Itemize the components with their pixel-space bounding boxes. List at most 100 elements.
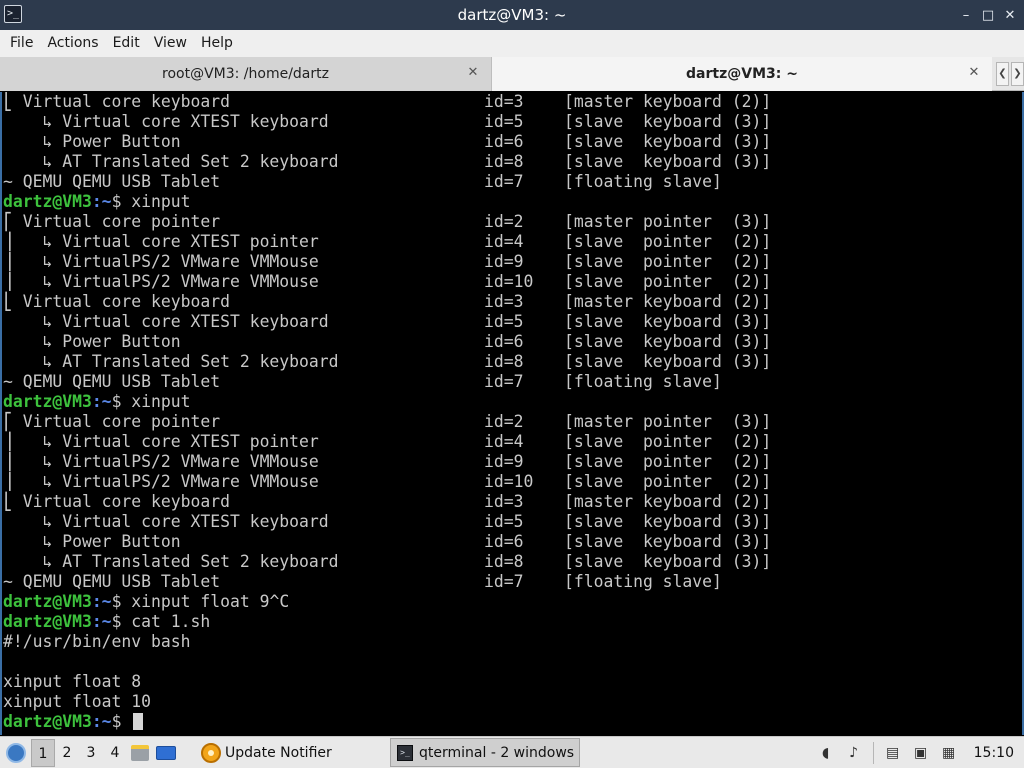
desktop-3-button[interactable]: 3	[79, 739, 103, 767]
desktop-2-button[interactable]: 2	[55, 739, 79, 767]
terminal-app-icon[interactable]: >_	[4, 5, 22, 23]
desktop-1-button[interactable]: 1	[31, 738, 55, 767]
device-role: [slave keyboard (3)]	[564, 312, 772, 331]
prompt-user: dartz@VM3	[3, 592, 92, 611]
device-role: [slave keyboard (3)]	[564, 532, 772, 551]
terminal-line: dartz@VM3:~$	[2, 712, 1022, 732]
device-name: ⎥ ↳ VirtualPS/2 VMware VMMouse	[3, 472, 319, 491]
device-name: ⎣ Virtual core keyboard	[3, 92, 230, 111]
terminal-line: ⎥ ↳ Virtual core XTEST pointer id=4 [slave…	[2, 432, 1022, 452]
terminal-line: ⎥ ↳ VirtualPS/2 VMware VMMouse id=10 [slav…	[2, 272, 1022, 292]
prompt-command: $ xinput float 9^C	[111, 592, 290, 611]
device-role: [slave pointer (2)]	[564, 472, 772, 491]
device-role: [master keyboard (2)]	[564, 92, 772, 111]
terminal-line: ↳ Virtual core XTEST keyboard id=5 [slave …	[2, 312, 1022, 332]
device-role: [master pointer (3)]	[564, 412, 772, 431]
device-id: id=2	[484, 212, 524, 231]
terminal-icon: >_	[397, 744, 413, 761]
text-cursor	[133, 713, 144, 730]
device-name: ⎥ ↳ VirtualPS/2 VMware VMMouse	[3, 272, 319, 291]
display-icon[interactable]: ▦	[940, 744, 958, 762]
terminal-line: ⎥ ↳ VirtualPS/2 VMware VMMouse id=9 [slave…	[2, 452, 1022, 472]
device-id: id=4	[484, 232, 524, 251]
maximize-icon[interactable]: □	[978, 6, 998, 24]
chevron-right-icon[interactable]: ❯	[1011, 61, 1024, 86]
prompt-line: dartz@VM3:~$ xinput	[3, 392, 191, 412]
menu-help[interactable]: Help	[194, 30, 240, 57]
update-icon	[201, 742, 221, 763]
update-notifier-task[interactable]: Update Notifier	[195, 738, 338, 768]
start-menu-button[interactable]	[1, 738, 31, 768]
tab-dartz-home[interactable]: dartz@VM3: ~ ✕	[492, 57, 992, 91]
device-name: ↳ Virtual core XTEST keyboard	[3, 512, 329, 531]
output-text: #!/usr/bin/env bash	[3, 632, 191, 651]
tab-close-icon[interactable]: ✕	[966, 65, 982, 81]
device-id: id=7	[484, 172, 524, 191]
prompt-line: dartz@VM3:~$	[3, 712, 144, 732]
device-name: ⎡ Virtual core pointer	[3, 412, 221, 431]
device-role: [slave keyboard (3)]	[564, 132, 772, 151]
volume-icon[interactable]: ♪	[845, 744, 863, 762]
tab-scroll-buttons: ❮ ❯	[992, 57, 1024, 90]
device-id: id=10	[484, 272, 534, 291]
close-icon[interactable]: ✕	[1000, 6, 1020, 24]
tab-close-icon[interactable]: ✕	[465, 65, 481, 81]
device-role: [slave pointer (2)]	[564, 252, 772, 271]
prompt-command: $	[111, 712, 132, 731]
window-titlebar[interactable]: >_ dartz@VM3: ~ – □ ✕	[0, 0, 1024, 30]
prompt-line: dartz@VM3:~$ cat 1.sh	[3, 612, 210, 632]
device-id: id=5	[484, 112, 524, 131]
terminal-line: dartz@VM3:~$ xinput	[2, 192, 1022, 212]
prompt-line: dartz@VM3:~$ xinput float 9^C	[3, 592, 289, 612]
clipboard-icon[interactable]: ▤	[884, 744, 902, 762]
lubuntu-logo-icon	[6, 742, 26, 763]
terminal-output[interactable]: ⎣ Virtual core keyboard id=3 [master keybo…	[0, 92, 1024, 735]
terminal-line: ~ QEMU QEMU USB Tablet id=7 [floating slav…	[2, 172, 1022, 192]
tab-root-home-dartz[interactable]: root@VM3: /home/dartz ✕	[0, 57, 492, 91]
menu-bar: File Actions Edit View Help	[0, 30, 1024, 57]
device-id: id=6	[484, 132, 524, 151]
device-name: ↳ Virtual core XTEST keyboard	[3, 312, 329, 331]
tab-label: dartz@VM3: ~	[686, 66, 798, 82]
terminal-line: ⎣ Virtual core keyboard id=3 [master keybo…	[2, 492, 1022, 512]
network-icon[interactable]: ▣	[912, 744, 930, 762]
device-role: [slave pointer (2)]	[564, 432, 772, 451]
prompt-user: dartz@VM3	[3, 192, 92, 211]
menu-actions[interactable]: Actions	[40, 30, 105, 57]
device-id: id=10	[484, 472, 534, 491]
device-name: ~ QEMU QEMU USB Tablet	[3, 172, 221, 191]
file-manager-icon[interactable]	[129, 742, 151, 764]
shield-icon[interactable]: ◖	[817, 744, 835, 762]
device-name: ↳ Power Button	[3, 132, 181, 151]
terminal-line: ↳ Power Button id=6 [slave keyboard (3)]	[2, 332, 1022, 352]
device-name: ↳ AT Translated Set 2 keyboard	[3, 152, 339, 171]
prompt-line: dartz@VM3:~$ xinput	[3, 192, 191, 212]
device-role: [floating slave]	[564, 572, 722, 591]
device-role: [master keyboard (2)]	[564, 492, 772, 511]
qterminal-task-button[interactable]: >_ qterminal - 2 windows	[390, 738, 580, 767]
device-id: id=8	[484, 552, 524, 571]
terminal-line: xinput float 10	[2, 692, 1022, 712]
terminal-line: ⎡ Virtual core pointer id=2 [master pointe…	[2, 212, 1022, 232]
minimize-icon[interactable]: –	[956, 6, 976, 24]
device-name: ~ QEMU QEMU USB Tablet	[3, 572, 221, 591]
menu-view[interactable]: View	[147, 30, 194, 57]
device-role: [slave keyboard (3)]	[564, 112, 772, 131]
device-id: id=7	[484, 572, 524, 591]
device-role: [slave keyboard (3)]	[564, 352, 772, 371]
chevron-left-icon[interactable]: ❮	[996, 61, 1009, 86]
show-desktop-icon[interactable]	[155, 742, 177, 764]
device-name: ⎥ ↳ Virtual core XTEST pointer	[3, 432, 319, 451]
desktop-4-button[interactable]: 4	[103, 739, 127, 767]
device-role: [slave keyboard (3)]	[564, 332, 772, 351]
device-id: id=3	[484, 292, 524, 311]
terminal-line: ⎥ ↳ VirtualPS/2 VMware VMMouse id=10 [slav…	[2, 472, 1022, 492]
device-role: [slave pointer (2)]	[564, 452, 772, 471]
menu-file[interactable]: File	[3, 30, 40, 57]
prompt-user: dartz@VM3	[3, 392, 92, 411]
device-name: ⎥ ↳ Virtual core XTEST pointer	[3, 232, 319, 251]
terminal-line: ↳ AT Translated Set 2 keyboard id=8 [slave…	[2, 152, 1022, 172]
menu-edit[interactable]: Edit	[106, 30, 147, 57]
clock[interactable]: 15:10	[974, 745, 1014, 761]
